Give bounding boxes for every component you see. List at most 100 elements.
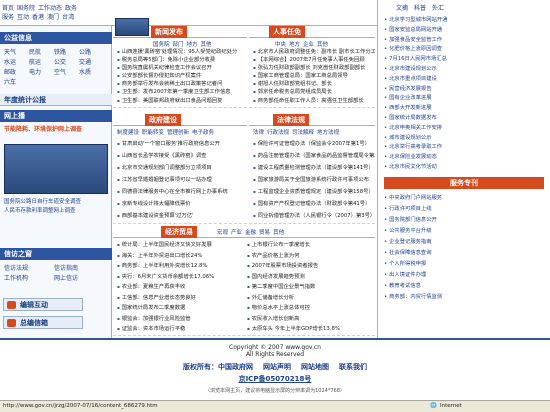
right-news-item[interactable]: 民营经济发展报告	[384, 85, 550, 95]
petition-link[interactable]: 信访法规	[4, 264, 54, 274]
news-title[interactable]: 新闻发布	[151, 26, 187, 38]
news-item[interactable]: 卫生部：发布2007年第一季度卫生部工作信息	[117, 88, 247, 96]
law-item[interactable]: 国家旅游局关于全国旅游系统行政许可事项公布	[253, 174, 375, 186]
top-right-link[interactable]: 外汇	[432, 5, 444, 12]
top-nav-item[interactable]: 国务院	[17, 5, 35, 12]
right-news-item[interactable]: 7月16日人民网市场汇总	[384, 55, 550, 65]
econ-tab[interactable]: 贸易	[259, 230, 270, 236]
econ-item[interactable]: 统计局：上半年国民经济又快又好发展	[117, 240, 245, 251]
service-item[interactable]: 社会保障信息查询	[384, 248, 550, 259]
econ-item[interactable]: 太原车头 今年上半年GDP增长13.8%	[247, 324, 373, 335]
gov-item[interactable]: 同德县法律服务中心在全市推行网上办事系统	[117, 186, 247, 198]
gov-tab[interactable]: 制度建设	[117, 130, 139, 136]
econ-item[interactable]: 海关：上半年外贸进出口增长24%	[117, 251, 245, 262]
petition-link[interactable]: 工作机构	[4, 274, 54, 284]
law-item[interactable]: 建设工程质量检测管理办法（建设部令第141号）	[253, 162, 375, 174]
gov-tab[interactable]: 职能转变	[142, 130, 164, 136]
law-tab[interactable]: 法律	[253, 130, 264, 136]
public-info-link[interactable]: 空气	[54, 68, 79, 78]
online-survey-link[interactable]: 人民币存款利率调整网上调查	[4, 207, 110, 216]
footer-link[interactable]: 网站声明	[263, 363, 291, 371]
public-info-link[interactable]: 民航	[29, 48, 54, 58]
law-item[interactable]: 国有资产产权登记管理办法（财政部令第41号）	[253, 198, 375, 210]
econ-tab[interactable]: 其他	[273, 230, 284, 236]
petition-link[interactable]: 信访指南	[54, 264, 104, 274]
news-thumbnail[interactable]	[115, 18, 149, 36]
gov-title[interactable]: 政府建设	[145, 114, 181, 126]
econ-item[interactable]: 银监会：加强银行业风险监管	[117, 314, 245, 325]
news-item[interactable]: 山西连援'黑砖窑'处理情况：95人受党纪政纪处分	[117, 48, 247, 56]
top-nav-item[interactable]: 台湾	[62, 14, 74, 21]
icp-number[interactable]: 京ICP备05070218号	[0, 374, 550, 384]
econ-item[interactable]: 农产品价格上涨为何	[247, 251, 373, 262]
top-nav-item[interactable]: 互动	[17, 14, 29, 21]
gov-tab[interactable]: 管理创新	[167, 130, 189, 136]
econ-tab[interactable]: 产业	[231, 230, 242, 236]
public-info-link[interactable]: 公交	[54, 58, 79, 68]
gov-item[interactable]: 江苏省早婚婚姻登记事项可以一站办理	[117, 174, 247, 186]
right-news-item[interactable]: 北京保险业发展动态	[384, 153, 550, 163]
econ-item[interactable]: 证监会：资本市场运行平稳	[117, 324, 245, 335]
right-news-item[interactable]: 化肥价格上涨原因调查	[384, 45, 550, 55]
gov-item[interactable]: 北京市交通规划部门调整部分立项项目	[117, 162, 247, 174]
public-info-link[interactable]: 航运	[29, 58, 54, 68]
news-item[interactable]: 国务院直属机关纪律检查工作会议召开	[117, 64, 247, 72]
right-news-item[interactable]: 北京市建设规划公示	[384, 65, 550, 75]
footer-link[interactable]: 版权所有：中国政府网	[183, 363, 253, 371]
service-item[interactable]: 公共服务平台升级	[384, 226, 550, 237]
public-info-link[interactable]: 交通	[79, 58, 104, 68]
right-news-item[interactable]: 北京学习型城市网站开通	[384, 16, 550, 26]
personnel-item[interactable]: 商务部任命任职工作人员：高强任卫生部部长	[253, 97, 375, 105]
right-news-item[interactable]: 北京举行高考录取工作	[384, 143, 550, 153]
law-item[interactable]: 工程监理企业资质管理规定（建设部令第158号）	[253, 186, 375, 198]
law-item[interactable]: 同业拆借管理办法（人民银行令（2007）第3号）	[253, 210, 375, 222]
right-news-item[interactable]: 西部大开发新进展	[384, 104, 550, 114]
econ-item[interactable]: 农民收入增长创新高	[247, 314, 373, 325]
law-item[interactable]: 保险许可证管理办法（保监会令2007年第1号）	[253, 138, 375, 150]
top-right-link[interactable]: 文摘	[396, 5, 408, 12]
top-nav-item[interactable]: 工作动态	[38, 5, 62, 12]
law-tab[interactable]: 行政法规	[267, 130, 289, 136]
econ-item[interactable]: 商务部：上半年利用外资增长12.8%	[117, 261, 245, 272]
gov-item[interactable]: 西部基本建设资金预算'过万亿'	[117, 210, 247, 222]
petition-link[interactable]: 网上信访	[54, 274, 104, 284]
service-item[interactable]: 企业登记服务指南	[384, 237, 550, 248]
gov-item[interactable]: 山西省长孟学农接受《黑砖窑》调查	[117, 150, 247, 162]
editor-mailbox-button[interactable]: 总编信箱	[3, 316, 83, 329]
news-item[interactable]: 税务总局等5部门：免除小企业部分收费	[117, 56, 247, 64]
right-news-item[interactable]: 国家安监总局网站开通	[384, 26, 550, 36]
public-info-link[interactable]: 水运	[4, 58, 29, 68]
edit-interaction-button[interactable]: 编辑互动	[3, 298, 83, 311]
footer-link[interactable]: 网站地图	[301, 363, 329, 371]
service-item[interactable]: 教育考试信息	[384, 281, 550, 292]
econ-item[interactable]: 农业部：夏粮生产再获丰收	[117, 282, 245, 293]
personnel-item[interactable]: 【本网综合】2007年7月任免事人事任免回顾	[253, 56, 375, 64]
stats-header[interactable]: 年度统计公报	[0, 94, 112, 106]
law-item[interactable]: 药品注册管理办法（国家食品药品监督管理局令第28号）	[253, 150, 375, 162]
top-nav-item[interactable]: 服务	[2, 14, 14, 21]
service-title[interactable]: 服务专刊	[384, 177, 544, 189]
econ-item[interactable]: 2007年股票市场投资者报告	[247, 261, 373, 272]
news-item[interactable]: 公安部部长督办侵犯知识产权案件	[117, 72, 247, 80]
gov-item[interactable]: 京新专线设计将大幅降低票价	[117, 198, 247, 210]
survey-image[interactable]	[4, 144, 108, 194]
gov-item[interactable]: 甘肃启动'一个窗口服务'推行政府信息公开	[117, 138, 247, 150]
service-item[interactable]: 国务院部门信息公开	[384, 215, 550, 226]
public-info-link[interactable]: 水质	[79, 68, 104, 78]
econ-item[interactable]: 工信部：信息产业增长态势良好	[117, 293, 245, 304]
public-info-link[interactable]: 天气	[4, 48, 29, 58]
top-nav-item[interactable]: 首页	[2, 5, 14, 12]
footer-link[interactable]: 联系我们	[339, 363, 367, 371]
right-news-item[interactable]: 北京市重点项目建设	[384, 75, 550, 85]
personnel-item[interactable]: 张弘力任财政部副部长 刘克崮任财政部副部长	[253, 64, 375, 72]
public-info-link[interactable]: 铁路	[54, 48, 79, 58]
public-info-link[interactable]: 六车	[4, 78, 29, 88]
econ-tab[interactable]: 金融	[245, 230, 256, 236]
law-tab[interactable]: 司法解释	[292, 130, 314, 136]
right-news-item[interactable]: 北京市民文化节活动	[384, 163, 550, 173]
right-news-item[interactable]: 加强食品安全监管工作	[384, 36, 550, 46]
public-info-link[interactable]: 邮政	[4, 68, 29, 78]
top-nav-item[interactable]: 香港	[32, 14, 44, 21]
personnel-item[interactable]: 郭京任命税务总局党组成员局长	[253, 88, 375, 96]
econ-item[interactable]: 外汇储备增长分析	[247, 293, 373, 304]
